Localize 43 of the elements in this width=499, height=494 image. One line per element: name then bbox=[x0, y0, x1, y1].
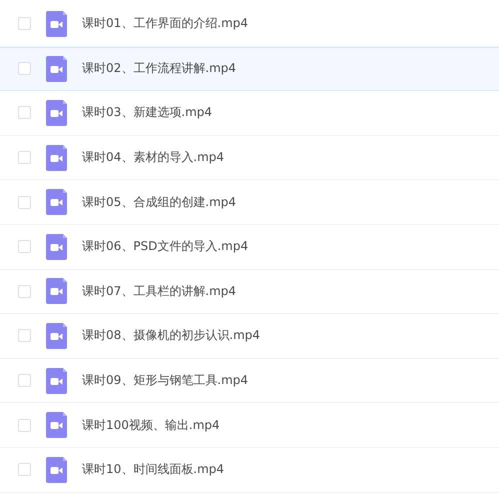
checkbox[interactable] bbox=[18, 196, 31, 209]
file-name[interactable]: 课时04、素材的导入.mp4 bbox=[82, 149, 224, 166]
file-row[interactable]: 课时05、合成组的创建.mp4 bbox=[0, 180, 499, 225]
checkbox[interactable] bbox=[18, 17, 31, 30]
file-row[interactable]: 课时10、时间线面板.mp4 bbox=[0, 448, 499, 493]
video-file-icon bbox=[46, 189, 67, 216]
checkbox[interactable] bbox=[18, 329, 31, 342]
file-name[interactable]: 课时09、矩形与钢笔工具.mp4 bbox=[82, 372, 248, 390]
checkbox[interactable] bbox=[18, 284, 31, 298]
video-file-icon bbox=[46, 234, 67, 260]
file-name[interactable]: 课时08、摄像机的初步认识.mp4 bbox=[82, 327, 260, 344]
file-name[interactable]: 课时02、工作流程讲解.mp4 bbox=[82, 60, 236, 78]
video-file-icon bbox=[46, 412, 67, 438]
file-name[interactable]: 课时100视频、输出.mp4 bbox=[82, 416, 220, 434]
checkbox[interactable] bbox=[18, 240, 31, 254]
file-row[interactable]: 课时09、矩形与钢笔工具.mp4 bbox=[0, 358, 499, 404]
file-name[interactable]: 课时05、合成组的创建.mp4 bbox=[82, 194, 236, 211]
checkbox[interactable] bbox=[18, 374, 31, 388]
file-row[interactable]: 课时04、素材的导入.mp4 bbox=[0, 136, 499, 180]
file-row[interactable]: 课时08、摄像机的初步认识.mp4 bbox=[0, 314, 499, 359]
checkbox[interactable] bbox=[18, 106, 31, 120]
video-file-icon bbox=[46, 368, 67, 394]
video-file-icon bbox=[46, 10, 67, 37]
checkbox[interactable] bbox=[18, 151, 31, 164]
file-row[interactable]: 课时100视频、输出.mp4 bbox=[0, 403, 499, 448]
checkbox[interactable] bbox=[18, 62, 31, 76]
file-name[interactable]: 课时01、工作界面的介绍.mp4 bbox=[82, 15, 248, 32]
file-row[interactable]: 课时07、工具栏的讲解.mp4 bbox=[0, 270, 499, 314]
file-name[interactable]: 课时06、PSD文件的导入.mp4 bbox=[82, 238, 248, 256]
file-row[interactable]: 课时02、工作流程讲解.mp4 bbox=[0, 46, 499, 92]
file-row[interactable]: 课时06、PSD文件的导入.mp4 bbox=[0, 224, 499, 270]
video-file-icon bbox=[46, 56, 67, 82]
file-row[interactable]: 课时03、新建选项.mp4 bbox=[0, 91, 499, 136]
file-name[interactable]: 课时10、时间线面板.mp4 bbox=[82, 461, 224, 478]
video-file-icon bbox=[46, 456, 67, 483]
video-file-icon bbox=[46, 278, 67, 304]
checkbox[interactable] bbox=[18, 418, 31, 432]
file-name[interactable]: 课时03、新建选项.mp4 bbox=[82, 104, 212, 122]
video-file-icon bbox=[46, 144, 67, 171]
video-file-icon bbox=[46, 100, 67, 126]
checkbox[interactable] bbox=[18, 463, 31, 476]
file-name[interactable]: 课时07、工具栏的讲解.mp4 bbox=[82, 282, 236, 300]
video-file-icon bbox=[46, 322, 67, 349]
